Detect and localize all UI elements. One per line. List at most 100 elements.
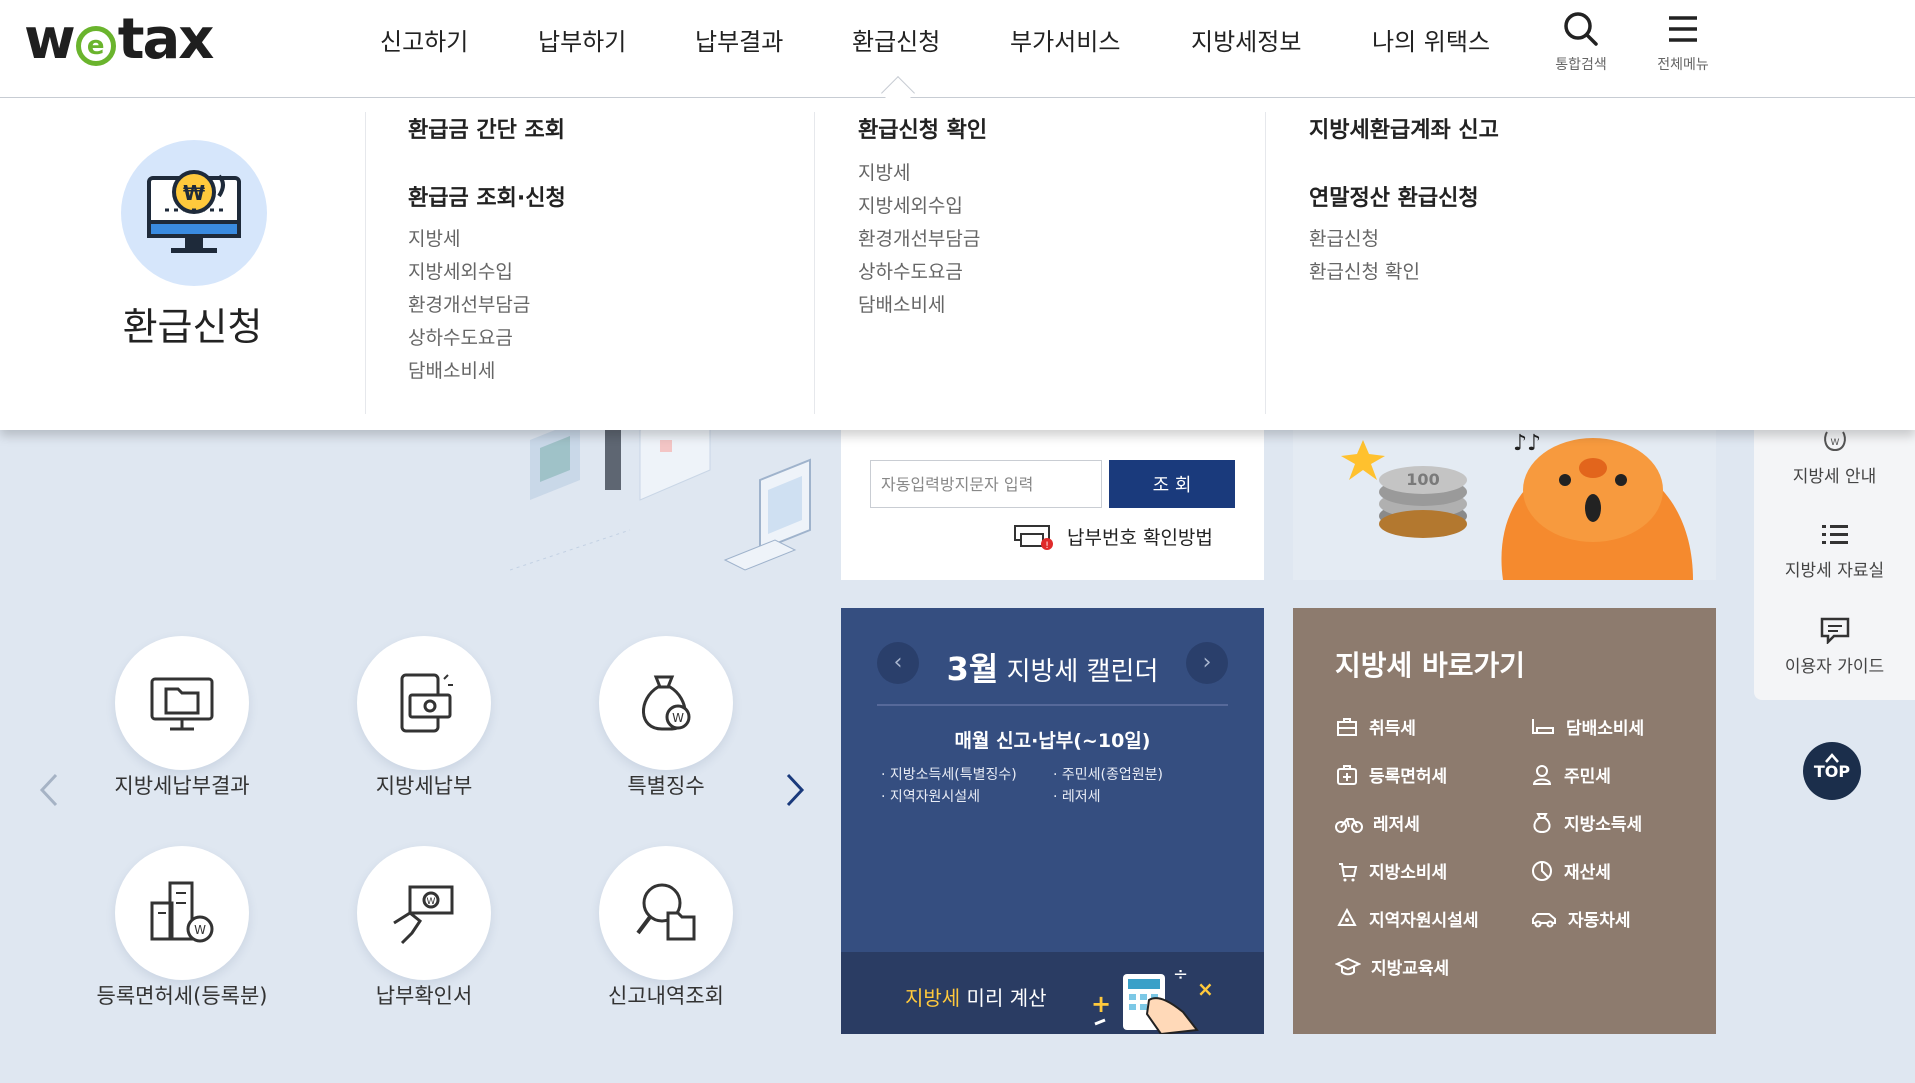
svg-text:÷: ÷ [1173,964,1188,985]
nav-extra-service[interactable]: 부가서비스 [1010,22,1120,57]
all-menu-button[interactable]: 전체메뉴 [1648,10,1718,74]
calendar-month: 3월 [946,650,999,688]
chevron-right-icon [786,773,805,807]
menu-link-refund-apply[interactable]: 환급신청 [1309,224,1379,251]
site-header: w e tax 신고하기 납부하기 납부결과 환급신청 부가서비스 지방세정보 나의… [0,0,1915,98]
tax-pre-calculation-button[interactable]: 지방세 미리 계산 + ÷ × [841,952,1264,1034]
menu-link-non-tax-revenue[interactable]: 지방세외수입 [408,257,513,284]
shortcut-resident-tax[interactable]: 주민세 [1530,762,1611,787]
local-tax-shortcuts: 지방세 바로가기 취득세 담배소비세 등록면허세 주민세 레저세 지방소득세 지… [1293,608,1716,1034]
menu-link-tobacco-tax[interactable]: 담배소비세 [408,356,495,383]
nav-my-wetax[interactable]: 나의 위택스 [1372,22,1490,57]
service-registration-tax-label: 등록면허세(등록분) [96,984,268,1008]
svg-text:W: W [1830,438,1839,448]
shortcut-regional-resource-tax[interactable]: 지역자원시설세 [1335,906,1478,931]
shortcut-local-consumption-tax[interactable]: 지방소비세 [1335,858,1447,883]
search-button[interactable]: 통합검색 [1546,10,1616,74]
briefcase-icon [1337,717,1357,736]
pie-chart-icon [1532,860,1552,881]
captcha-input[interactable] [870,460,1102,508]
menu-link-tobacco-tax[interactable]: 담배소비세 [858,290,945,317]
quick-local-tax-guide[interactable]: W 지방세 안내 [1754,430,1915,487]
services-next-button[interactable] [784,772,806,808]
shortcut-property-tax[interactable]: 재산세 [1530,858,1611,883]
menu-refund-lookup-apply[interactable]: 환급금 조회·신청 [408,180,566,212]
menu-link-environment-charge[interactable]: 환경개선부담금 [408,290,530,317]
services-prev-button[interactable] [38,772,60,808]
refund-category-illustration: ₩ [121,140,267,286]
svg-text:♪♪: ♪♪ [1513,431,1541,456]
menu-refund-quick-lookup[interactable]: 환급금 간단 조회 [408,112,565,144]
office-illustration [510,420,811,571]
menu-link-water-fee[interactable]: 상하수도요금 [858,257,963,284]
service-pay-result-button[interactable] [115,636,249,770]
service-pay-result-label: 지방세납부결과 [114,774,250,798]
recycle-icon [1337,907,1357,926]
graduation-cap-icon [1335,957,1361,975]
local-tax-calendar: ‹ › 3월 지방세 캘린더 매월 신고·납부(~10일) · 지방소득세(특별… [841,608,1264,1034]
calendar-subtitle: 매월 신고·납부(~10일) [954,730,1151,752]
svg-text:W: W [672,711,684,725]
plus-box-icon [1337,764,1357,785]
menu-link-non-tax-revenue[interactable]: 지방세외수입 [858,191,963,218]
svg-text:W: W [427,897,436,907]
scroll-top-button[interactable]: TOP [1803,742,1861,800]
quick-menu: W 지방세 안내 지방세 자료실 이용자 가이드 [1754,420,1915,700]
shortcut-tobacco-tax[interactable]: 담배소비세 [1530,714,1644,739]
shortcut-automobile-tax[interactable]: 자동차세 [1530,906,1631,931]
service-payment-certificate-button[interactable]: W [357,846,491,980]
magnifier-folder-icon [636,883,696,941]
nav-local-tax-info[interactable]: 지방세정보 [1191,22,1301,57]
menu-link-local-tax[interactable]: 지방세 [858,158,910,185]
svg-text:+: + [1091,990,1111,1018]
all-menu-label: 전체메뉴 [1657,57,1709,73]
quick-local-tax-guide-label: 지방세 안내 [1792,467,1877,487]
dropdown-category-title: 환급신청 [122,305,263,349]
menu-refund-account-report[interactable]: 지방세환급계좌 신고 [1309,112,1499,144]
menu-link-local-tax[interactable]: 지방세 [408,224,460,251]
service-report-history-button[interactable] [599,846,733,980]
service-pay-label: 지방세납부 [375,774,473,798]
calendar-item: · 레저세 [1053,789,1101,805]
menu-year-end-refund[interactable]: 연말정산 환급신청 [1309,180,1479,212]
service-special-collection-button[interactable]: W [599,636,733,770]
pouch-icon [1533,812,1551,833]
menu-link-environment-charge[interactable]: 환경개선부담금 [858,224,980,251]
shortcut-registration-tax[interactable]: 등록면허세 [1335,762,1447,787]
shortcut-education-tax[interactable]: 지방교육세 [1335,954,1449,979]
nav-pay-result[interactable]: 납부결과 [695,22,783,57]
calculator-hand-icon: + ÷ × [1091,964,1214,1034]
list-icon [1821,525,1848,544]
service-special-collection-label: 특별징수 [627,774,705,798]
nav-pay[interactable]: 납부하기 [538,22,626,57]
refund-dropdown-menu: ₩ 환급신청 환급금 간단 조회 환급금 조회·신청 지방세 지방세외수입 환경… [0,98,1915,430]
query-button[interactable]: 조 회 [1109,460,1235,508]
shortcut-local-income-tax[interactable]: 지방소득세 [1530,810,1642,835]
promo-banner[interactable]: 100 ♪♪ [1293,420,1716,580]
service-registration-tax-button[interactable]: W [115,846,249,980]
quick-local-tax-archive[interactable]: 지방세 자료실 [1754,522,1915,581]
calendar-item: · 지역자원시설세 [881,789,981,805]
monitor-folder-icon [150,677,214,731]
quick-local-tax-archive-label: 지방세 자료실 [1784,561,1885,581]
search-label: 통합검색 [1555,57,1607,73]
dropdown-category: ₩ 환급신청 [0,98,365,430]
shortcut-leisure-tax[interactable]: 레저세 [1335,810,1420,835]
shortcut-acquisition-tax[interactable]: 취득세 [1335,714,1416,739]
nav-report[interactable]: 신고하기 [380,22,468,57]
menu-refund-check[interactable]: 환급신청 확인 [858,112,987,144]
monitor-won-icon: ₩ [147,170,241,253]
service-pay-button[interactable] [357,636,491,770]
calendar-item: · 지방소득세(특별징수) [881,767,1017,783]
menu-link-water-fee[interactable]: 상하수도요금 [408,323,513,350]
nav-refund[interactable]: 환급신청 [852,22,940,57]
payment-number-guide-link[interactable]: ! 납부번호 확인방법 [1013,522,1213,550]
menu-link-refund-apply-check[interactable]: 환급신청 확인 [1309,257,1420,284]
svg-text:×: × [1197,977,1214,1001]
logo-e-mark: e [75,26,116,66]
cigarette-icon [1532,718,1554,734]
quick-user-guide[interactable]: 이용자 가이드 [1754,616,1915,677]
svg-text:!: ! [1045,541,1049,550]
wetax-logo[interactable]: w e tax [24,12,214,68]
calendar-item: · 주민세(종업원분) [1053,767,1163,783]
